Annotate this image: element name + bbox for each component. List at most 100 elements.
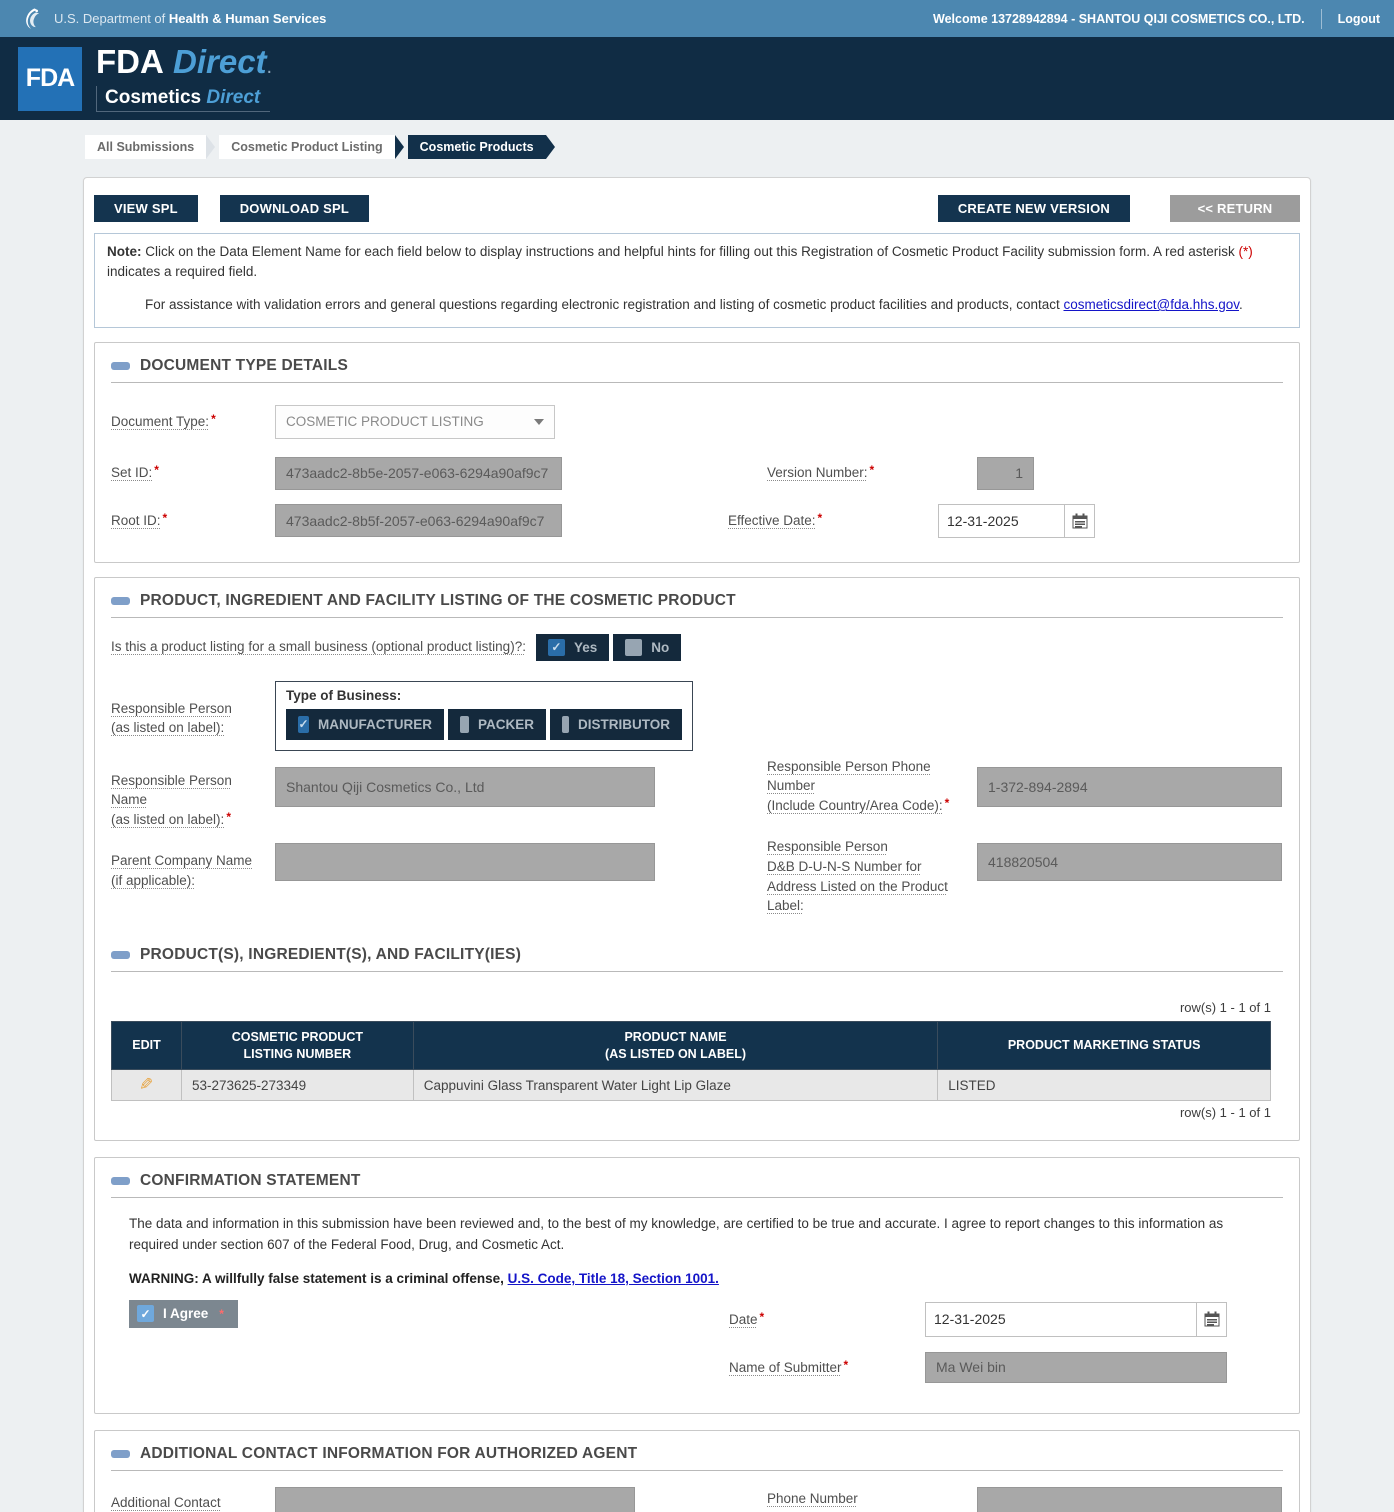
submitter-name-input bbox=[925, 1352, 1227, 1383]
toolbar: VIEW SPL DOWNLOAD SPL CREATE NEW VERSION… bbox=[94, 195, 1300, 222]
date-label[interactable]: Date bbox=[729, 1312, 758, 1327]
breadcrumb-arrow-icon bbox=[546, 135, 555, 159]
download-spl-button[interactable]: DOWNLOAD SPL bbox=[220, 195, 369, 222]
confirmation-statement-section: CONFIRMATION STATEMENT The data and info… bbox=[94, 1157, 1300, 1414]
additional-contact-name-label[interactable]: Additional ContactName: bbox=[111, 1495, 221, 1512]
breadcrumb-arrow-icon bbox=[206, 135, 215, 159]
brand-subtitle: Cosmetics Direct bbox=[96, 86, 270, 112]
note-box: Note: Click on the Data Element Name for… bbox=[94, 233, 1300, 328]
type-of-business-box: Type of Business: ✓MANUFACTURER PACKER D… bbox=[275, 681, 693, 751]
logout-link[interactable]: Logout bbox=[1338, 12, 1380, 26]
col-header-listing-number: COSMETIC PRODUCTLISTING NUMBER bbox=[181, 1021, 413, 1070]
duns-input bbox=[977, 843, 1282, 881]
calendar-icon[interactable] bbox=[1065, 504, 1095, 538]
view-spl-button[interactable]: VIEW SPL bbox=[94, 195, 198, 222]
warning-text: WARNING: A willfully false statement is … bbox=[111, 1271, 1283, 1286]
rp-name-label[interactable]: Responsible Person Name(as listed on lab… bbox=[111, 773, 232, 827]
row-count-bottom: row(s) 1 - 1 of 1 bbox=[111, 1101, 1271, 1126]
additional-phone-input bbox=[977, 1487, 1282, 1512]
unchecked-checkbox-icon bbox=[460, 716, 469, 733]
fda-logo: FDA bbox=[18, 47, 82, 111]
government-topbar: U.S. Department of Health & Human Servic… bbox=[0, 0, 1394, 37]
small-business-yes-checkbox[interactable]: ✓Yes bbox=[536, 634, 609, 661]
responsible-person-label[interactable]: Responsible Person(as listed on label): bbox=[111, 701, 232, 736]
additional-phone-label[interactable]: Phone Number(Include Country/Area Code): bbox=[767, 1491, 943, 1512]
product-listing-section: PRODUCT, INGREDIENT AND FACILITY LISTING… bbox=[94, 577, 1300, 1142]
agency-name: U.S. Department of Health & Human Servic… bbox=[54, 11, 326, 26]
effective-date-input[interactable] bbox=[938, 504, 1065, 538]
calendar-icon[interactable] bbox=[1197, 1302, 1227, 1337]
section-dash-icon bbox=[111, 951, 130, 959]
additional-contact-section: ADDITIONAL CONTACT INFORMATION FOR AUTHO… bbox=[94, 1430, 1300, 1512]
root-id-input bbox=[275, 504, 562, 537]
marketing-status-cell: LISTED bbox=[938, 1070, 1271, 1101]
section-title: CONFIRMATION STATEMENT bbox=[140, 1172, 361, 1190]
row-count-top: row(s) 1 - 1 of 1 bbox=[111, 996, 1271, 1021]
set-id-input bbox=[275, 457, 562, 490]
root-id-label[interactable]: Root ID: bbox=[111, 513, 161, 528]
unchecked-checkbox-icon bbox=[625, 639, 642, 656]
us-code-link[interactable]: U.S. Code, Title 18, Section 1001. bbox=[508, 1271, 719, 1286]
document-type-label[interactable]: Document Type: bbox=[111, 414, 209, 429]
version-number-label[interactable]: Version Number: bbox=[767, 465, 868, 480]
return-button[interactable]: << RETURN bbox=[1170, 195, 1300, 222]
rp-phone-label[interactable]: Responsible Person Phone Number(Include … bbox=[767, 759, 943, 813]
small-business-no-checkbox[interactable]: No bbox=[613, 634, 681, 661]
listing-number-cell: 53-273625-273349 bbox=[181, 1070, 413, 1101]
app-header: FDA FDA Direct. Cosmetics Direct bbox=[0, 37, 1394, 120]
section-title: DOCUMENT TYPE DETAILS bbox=[140, 357, 348, 375]
note-text: Note: Click on the Data Element Name for… bbox=[107, 242, 1287, 281]
col-header-marketing-status: PRODUCT MARKETING STATUS bbox=[938, 1021, 1271, 1070]
edit-pencil-icon[interactable]: ✎ bbox=[139, 1075, 153, 1095]
section-dash-icon bbox=[111, 1450, 130, 1458]
parent-company-label[interactable]: Parent Company Name(if applicable): bbox=[111, 853, 252, 888]
brand-direct-text: Direct bbox=[173, 43, 267, 80]
welcome-message: Welcome 13728942894 - SHANTOU QIJI COSME… bbox=[933, 12, 1305, 26]
confirmation-text: The data and information in this submiss… bbox=[111, 1214, 1283, 1255]
create-new-version-button[interactable]: CREATE NEW VERSION bbox=[938, 195, 1130, 222]
assistance-text: For assistance with validation errors an… bbox=[107, 295, 1287, 315]
breadcrumb-all-submissions[interactable]: All Submissions bbox=[85, 135, 206, 159]
date-input[interactable] bbox=[925, 1302, 1197, 1337]
col-header-edit: EDIT bbox=[112, 1021, 182, 1070]
checked-checkbox-icon: ✓ bbox=[137, 1305, 154, 1322]
brand-fda-text: FDA bbox=[96, 43, 164, 80]
manufacturer-checkbox[interactable]: ✓MANUFACTURER bbox=[286, 709, 444, 740]
section-title: PRODUCT, INGREDIENT AND FACILITY LISTING… bbox=[140, 592, 736, 610]
checked-checkbox-icon: ✓ bbox=[548, 639, 565, 656]
packer-checkbox[interactable]: PACKER bbox=[448, 709, 546, 740]
type-of-business-label: Type of Business: bbox=[286, 688, 682, 703]
version-number-input bbox=[977, 457, 1034, 490]
breadcrumb-arrow-icon bbox=[395, 135, 404, 159]
duns-label[interactable]: Responsible PersonD&B D-U-N-S Number for… bbox=[767, 839, 948, 913]
distributor-checkbox[interactable]: DISTRIBUTOR bbox=[550, 709, 682, 740]
i-agree-checkbox[interactable]: ✓I Agree* bbox=[129, 1300, 238, 1328]
effective-date-label[interactable]: Effective Date: bbox=[728, 513, 816, 528]
breadcrumb-cosmetic-product-listing[interactable]: Cosmetic Product Listing bbox=[219, 135, 394, 159]
breadcrumb-cosmetic-products[interactable]: Cosmetic Products bbox=[408, 135, 546, 159]
checked-checkbox-icon: ✓ bbox=[298, 716, 309, 733]
document-type-select[interactable]: COSMETIC PRODUCT LISTING bbox=[275, 405, 555, 439]
document-type-details-section: DOCUMENT TYPE DETAILS Document Type:* CO… bbox=[94, 342, 1300, 563]
additional-contact-name-input bbox=[275, 1487, 635, 1512]
set-id-label[interactable]: Set ID: bbox=[111, 465, 152, 480]
section-dash-icon bbox=[111, 1177, 130, 1185]
brand-title: FDA Direct. Cosmetics Direct bbox=[96, 45, 272, 112]
breadcrumb: All Submissions Cosmetic Product Listing… bbox=[85, 135, 1394, 159]
name-of-submitter-label[interactable]: Name of Submitter bbox=[729, 1360, 842, 1375]
products-table: EDIT COSMETIC PRODUCTLISTING NUMBER PROD… bbox=[111, 1021, 1271, 1102]
contact-email-link[interactable]: cosmeticsdirect@fda.hhs.gov bbox=[1063, 297, 1239, 312]
section-dash-icon bbox=[111, 597, 130, 605]
product-name-cell: Cappuvini Glass Transparent Water Light … bbox=[413, 1070, 937, 1101]
table-row: ✎ 53-273625-273349 Cappuvini Glass Trans… bbox=[112, 1070, 1271, 1101]
parent-company-input bbox=[275, 843, 655, 881]
small-business-question-label[interactable]: Is this a product listing for a small bu… bbox=[111, 637, 526, 657]
rp-name-input bbox=[275, 767, 655, 807]
main-form-card: VIEW SPL DOWNLOAD SPL CREATE NEW VERSION… bbox=[83, 177, 1311, 1512]
col-header-product-name: PRODUCT NAME(AS LISTED ON LABEL) bbox=[413, 1021, 937, 1070]
section-dash-icon bbox=[111, 362, 130, 370]
topbar-divider bbox=[1321, 9, 1322, 29]
section-title: ADDITIONAL CONTACT INFORMATION FOR AUTHO… bbox=[140, 1445, 637, 1463]
section-title: PRODUCT(S), INGREDIENT(S), AND FACILITY(… bbox=[140, 946, 521, 964]
rp-phone-input bbox=[977, 767, 1282, 807]
